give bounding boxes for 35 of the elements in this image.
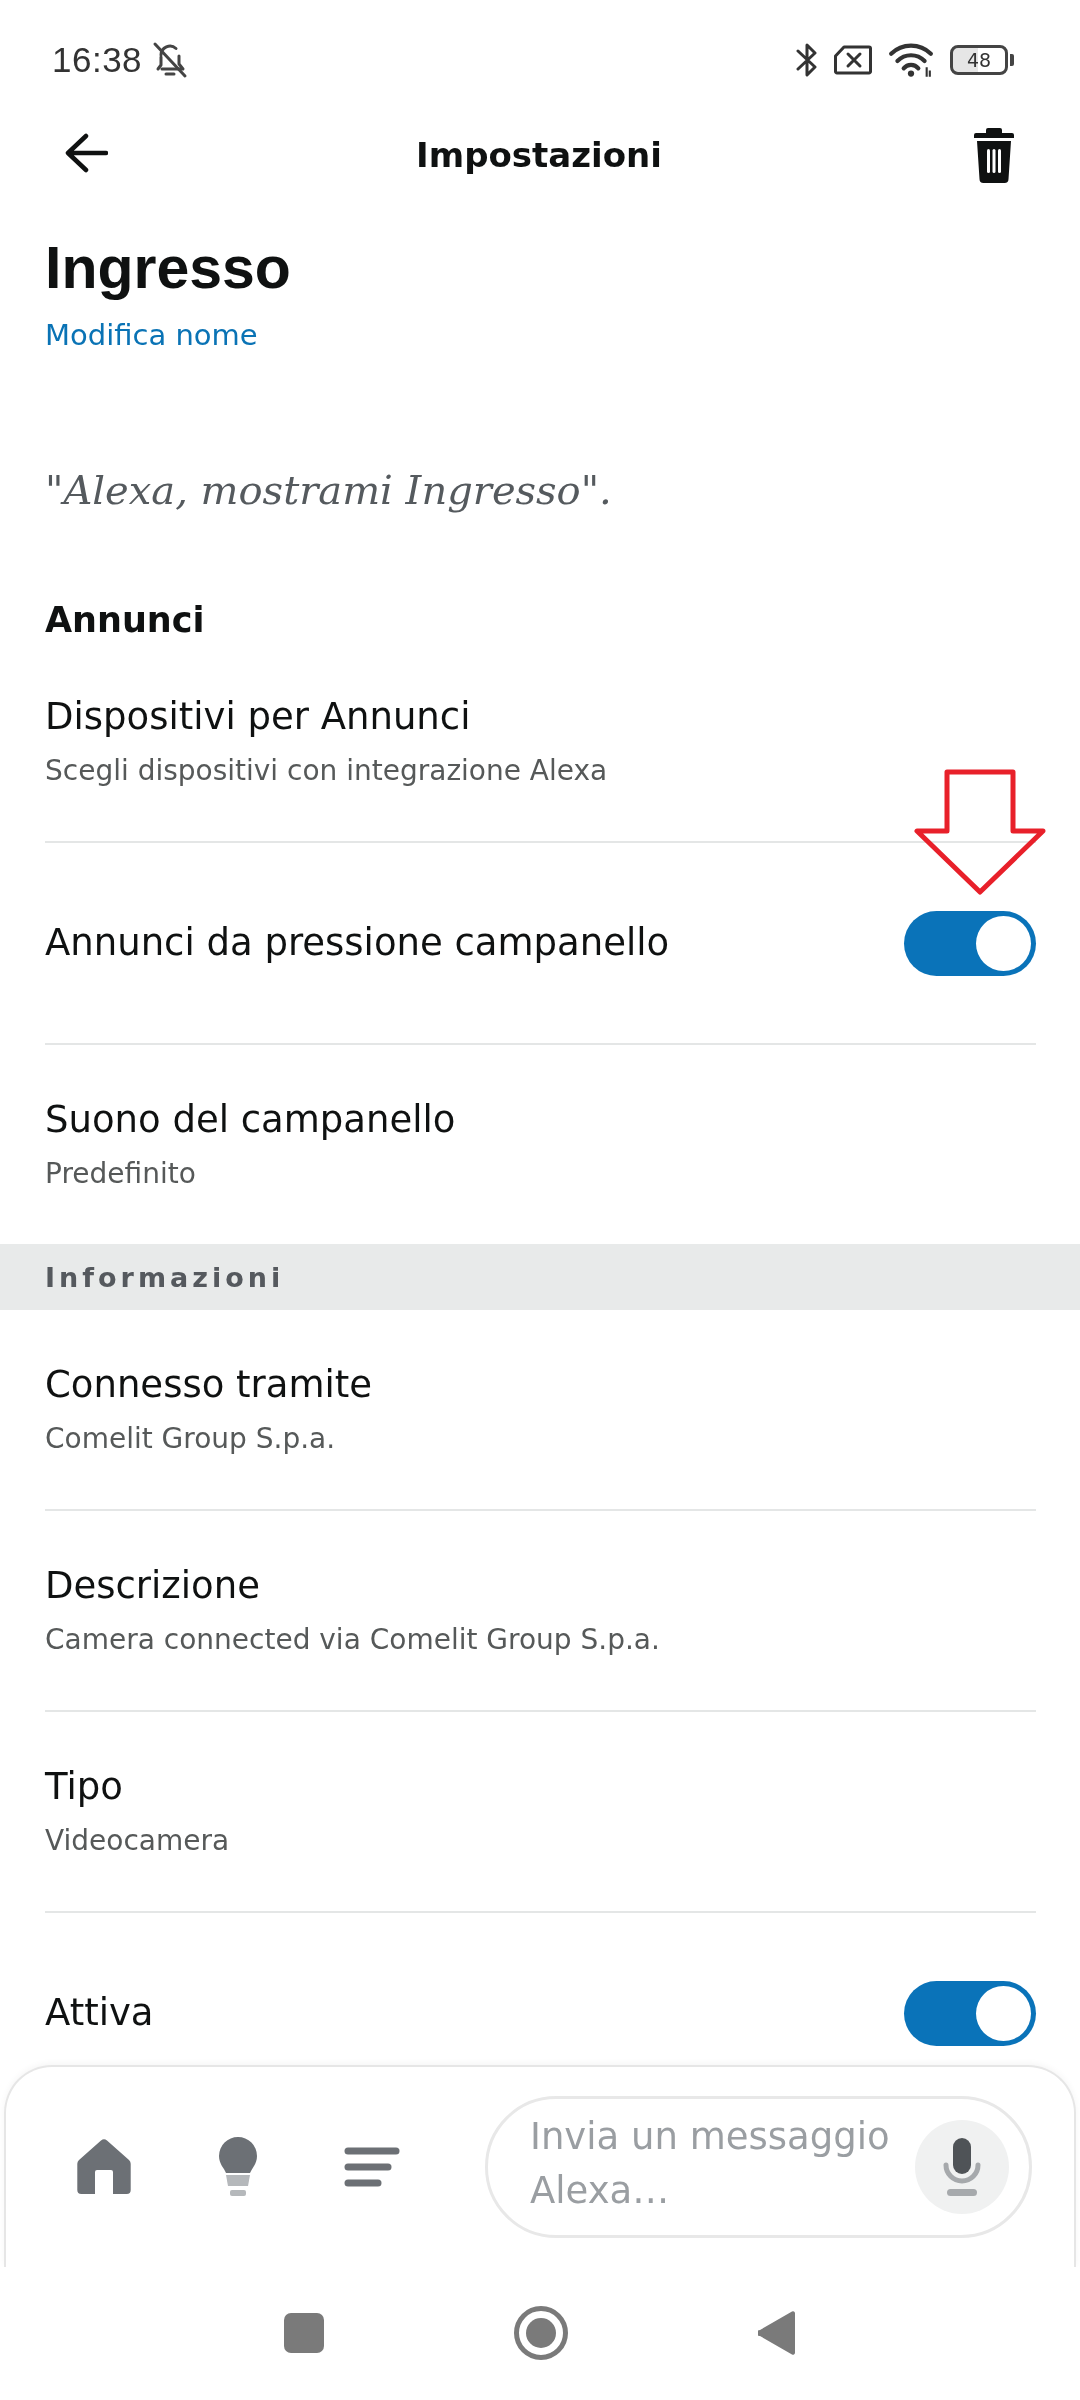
row-subtitle: Camera connected via Comelit Group S.p.a.: [45, 1622, 660, 1658]
trash-icon[interactable]: [974, 127, 1014, 183]
row-title: Tipo: [45, 1764, 123, 1810]
bell-off-icon: [152, 41, 189, 79]
message-placeholder: Invia un messaggio Alexa…: [530, 2114, 891, 2214]
sim-card-x-icon: [834, 45, 872, 75]
lightbulb-icon[interactable]: [218, 2136, 258, 2198]
square-icon[interactable]: [284, 2312, 324, 2353]
back-icon[interactable]: [64, 133, 108, 173]
device-name: Ingresso: [45, 234, 291, 303]
row-subtitle: Scegli dispositivi con integrazione Alexa: [45, 753, 608, 789]
status-time: 16:38: [52, 40, 143, 80]
message-input-field[interactable]: Invia un messaggio Alexa…: [485, 2096, 1032, 2238]
back-triangle-icon[interactable]: [758, 2309, 796, 2356]
section-header: Informazioni: [0, 1244, 1080, 1310]
row-title: Descrizione: [45, 1563, 260, 1609]
row-title: Dispositivi per Annunci: [45, 694, 471, 740]
row-subtitle: Videocamera: [45, 1823, 230, 1859]
screen-title: Impostazioni: [416, 135, 662, 175]
row-subtitle: Predefinito: [45, 1156, 196, 1192]
home-icon[interactable]: [76, 2138, 132, 2196]
bluetooth-icon: [796, 42, 818, 78]
circle-icon[interactable]: [514, 2305, 568, 2360]
microphone-icon: [943, 2137, 981, 2197]
rename-link[interactable]: Modifica nome: [45, 315, 258, 355]
battery-indicator: 48: [950, 45, 1014, 75]
row-subtitle: Comelit Group S.p.a.: [45, 1421, 336, 1457]
row-title: Connesso tramite: [45, 1362, 373, 1408]
list-lines-icon[interactable]: [344, 2147, 400, 2187]
wifi-icon: [888, 42, 934, 78]
section-heading: Annunci: [45, 599, 206, 642]
row-title: Suono del campanello: [45, 1097, 456, 1143]
row-title: Attiva: [45, 1990, 154, 2036]
row-title: Annunci da pressione campanello: [45, 920, 670, 966]
voice-hint: "Alexa, mostrami Ingresso".: [45, 466, 612, 515]
